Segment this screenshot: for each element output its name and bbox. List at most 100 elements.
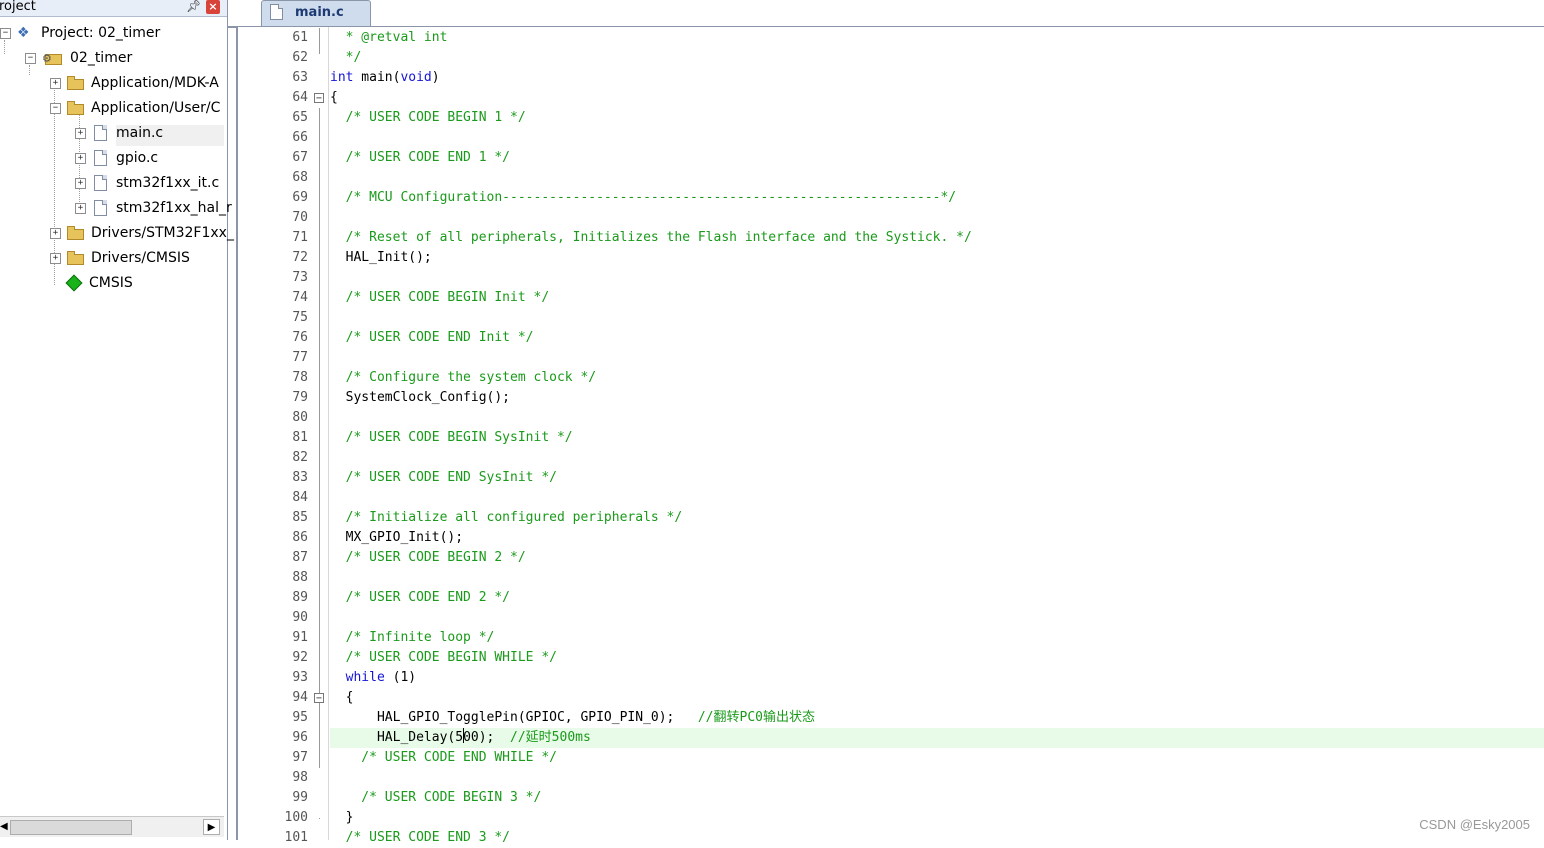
- code-text[interactable]: {: [330, 688, 354, 708]
- code-line[interactable]: 70: [238, 208, 1544, 228]
- tree-node-target[interactable]: − 02_timer: [25, 47, 132, 69]
- tree-node-file[interactable]: + stm32f1xx_it.c: [75, 172, 219, 194]
- code-text[interactable]: int main(void): [330, 68, 440, 88]
- code-text[interactable]: /* USER CODE BEGIN 3 */: [330, 788, 541, 808]
- scrollbar-thumb[interactable]: [10, 820, 132, 835]
- code-line[interactable]: 97 /* USER CODE END WHILE */: [238, 748, 1544, 768]
- scroll-right-icon[interactable]: ▶: [203, 819, 220, 835]
- tree-node-group[interactable]: + Drivers/STM32F1xx_: [50, 222, 234, 244]
- code-text[interactable]: /* USER CODE END 1 */: [330, 148, 510, 168]
- code-line[interactable]: 65 /* USER CODE BEGIN 1 */: [238, 108, 1544, 128]
- tree-node-group[interactable]: + Application/MDK-A: [50, 72, 219, 94]
- code-line[interactable]: 78 /* Configure the system clock */: [238, 368, 1544, 388]
- code-text[interactable]: /* USER CODE BEGIN WHILE */: [330, 648, 557, 668]
- code-line[interactable]: 76 /* USER CODE END Init */: [238, 328, 1544, 348]
- code-line[interactable]: 90: [238, 608, 1544, 628]
- code-line[interactable]: 88: [238, 568, 1544, 588]
- code-text[interactable]: /* USER CODE BEGIN 2 */: [330, 548, 526, 568]
- pin-icon[interactable]: 📌︎: [186, 0, 201, 13]
- code-text[interactable]: HAL_Delay(500); //延时500ms: [330, 728, 591, 748]
- code-line[interactable]: 84: [238, 488, 1544, 508]
- code-text[interactable]: /* USER CODE END 3 */: [330, 828, 510, 848]
- code-line[interactable]: 91 /* Infinite loop */: [238, 628, 1544, 648]
- code-text[interactable]: /* USER CODE BEGIN 1 */: [330, 108, 526, 128]
- tree-node-project[interactable]: − ❖ Project: 02_timer: [0, 22, 160, 44]
- tree-node-group[interactable]: + Drivers/CMSIS: [50, 247, 190, 269]
- tree-node-group[interactable]: − Application/User/C: [50, 97, 220, 119]
- code-text[interactable]: /* USER CODE END WHILE */: [330, 748, 557, 768]
- code-line[interactable]: 87 /* USER CODE BEGIN 2 */: [238, 548, 1544, 568]
- code-line[interactable]: 73: [238, 268, 1544, 288]
- code-line[interactable]: 82: [238, 448, 1544, 468]
- code-text[interactable]: /* USER CODE BEGIN SysInit */: [330, 428, 573, 448]
- code-line[interactable]: 75: [238, 308, 1544, 328]
- project-panel-hscrollbar[interactable]: ◀ ▶: [0, 816, 224, 837]
- code-line[interactable]: 63 int main(void): [238, 68, 1544, 88]
- code-line[interactable]: 92 /* USER CODE BEGIN WHILE */: [238, 648, 1544, 668]
- code-text[interactable]: /* USER CODE END Init */: [330, 328, 534, 348]
- tree-node-file[interactable]: + stm32f1xx_hal_r: [75, 197, 232, 219]
- code-text[interactable]: /* Reset of all peripherals, Initializes…: [330, 228, 972, 248]
- code-text[interactable]: MX_GPIO_Init();: [330, 528, 463, 548]
- code-line[interactable]: 93 while (1): [238, 668, 1544, 688]
- code-line[interactable]: 96 HAL_Delay(500); //延时500ms: [238, 728, 1544, 748]
- code-line[interactable]: 94 {: [238, 688, 1544, 708]
- code-text[interactable]: /* Configure the system clock */: [330, 368, 596, 388]
- code-text[interactable]: {: [330, 88, 338, 108]
- scroll-left-icon[interactable]: ◀: [0, 819, 8, 835]
- tree-node-cmsis[interactable]: CMSIS: [65, 272, 133, 294]
- expand-icon[interactable]: +: [50, 77, 61, 89]
- tab-main-c[interactable]: main.c: [261, 0, 371, 26]
- collapse-icon[interactable]: −: [50, 102, 61, 114]
- code-line[interactable]: 101 /* USER CODE END 3 */: [238, 828, 1544, 848]
- expand-icon[interactable]: +: [75, 127, 86, 139]
- code-line[interactable]: 95 HAL_GPIO_TogglePin(GPIOC, GPIO_PIN_0)…: [238, 708, 1544, 728]
- code-text[interactable]: }: [330, 808, 354, 828]
- code-line[interactable]: 66: [238, 128, 1544, 148]
- code-line[interactable]: 86 MX_GPIO_Init();: [238, 528, 1544, 548]
- code-text[interactable]: */: [330, 48, 362, 68]
- code-line[interactable]: 61 * @retval int: [238, 28, 1544, 48]
- code-text[interactable]: /* USER CODE BEGIN Init */: [330, 288, 550, 308]
- expand-icon[interactable]: +: [75, 152, 86, 164]
- code-line[interactable]: 89 /* USER CODE END 2 */: [238, 588, 1544, 608]
- code-text[interactable]: HAL_Init();: [330, 248, 432, 268]
- expand-icon[interactable]: +: [50, 252, 61, 264]
- code-line[interactable]: 72 HAL_Init();: [238, 248, 1544, 268]
- collapse-icon[interactable]: −: [0, 27, 11, 39]
- code-line[interactable]: 69 /* MCU Configuration-----------------…: [238, 188, 1544, 208]
- code-line[interactable]: 74 /* USER CODE BEGIN Init */: [238, 288, 1544, 308]
- code-text[interactable]: HAL_GPIO_TogglePin(GPIOC, GPIO_PIN_0); /…: [330, 708, 815, 728]
- fold-collapse-icon[interactable]: −: [314, 693, 324, 704]
- code-line[interactable]: 81 /* USER CODE BEGIN SysInit */: [238, 428, 1544, 448]
- expand-icon[interactable]: +: [75, 177, 86, 189]
- code-line[interactable]: 79 SystemClock_Config();: [238, 388, 1544, 408]
- code-line[interactable]: 98: [238, 768, 1544, 788]
- code-line[interactable]: 85 /* Initialize all configured peripher…: [238, 508, 1544, 528]
- tree-node-file[interactable]: + gpio.c: [75, 147, 158, 169]
- code-text[interactable]: /* USER CODE END 2 */: [330, 588, 510, 608]
- fold-collapse-icon[interactable]: −: [314, 93, 324, 104]
- code-line[interactable]: 100 }: [238, 808, 1544, 828]
- code-text[interactable]: SystemClock_Config();: [330, 388, 510, 408]
- code-line[interactable]: 68: [238, 168, 1544, 188]
- code-text[interactable]: * @retval int: [330, 28, 448, 48]
- code-text[interactable]: /* Initialize all configured peripherals…: [330, 508, 683, 528]
- code-line[interactable]: 83 /* USER CODE END SysInit */: [238, 468, 1544, 488]
- code-line[interactable]: 71 /* Reset of all peripherals, Initiali…: [238, 228, 1544, 248]
- code-line[interactable]: 99 /* USER CODE BEGIN 3 */: [238, 788, 1544, 808]
- code-text[interactable]: /* MCU Configuration--------------------…: [330, 188, 957, 208]
- code-editor[interactable]: 61 * @retval int 62 */63 int main(void) 64{…: [236, 27, 1544, 845]
- code-text[interactable]: /* USER CODE END SysInit */: [330, 468, 557, 488]
- expand-icon[interactable]: +: [75, 202, 86, 214]
- expand-icon[interactable]: +: [50, 227, 61, 239]
- code-line[interactable]: 80: [238, 408, 1544, 428]
- code-line[interactable]: 67 /* USER CODE END 1 */: [238, 148, 1544, 168]
- code-text[interactable]: while (1): [330, 668, 416, 688]
- code-text[interactable]: /* Infinite loop */: [330, 628, 495, 648]
- code-line[interactable]: 77: [238, 348, 1544, 368]
- code-line[interactable]: 64 {: [238, 88, 1544, 108]
- collapse-icon[interactable]: −: [25, 52, 36, 64]
- close-icon[interactable]: ×: [206, 0, 220, 14]
- tree-node-file-main[interactable]: + main.c: [75, 122, 163, 144]
